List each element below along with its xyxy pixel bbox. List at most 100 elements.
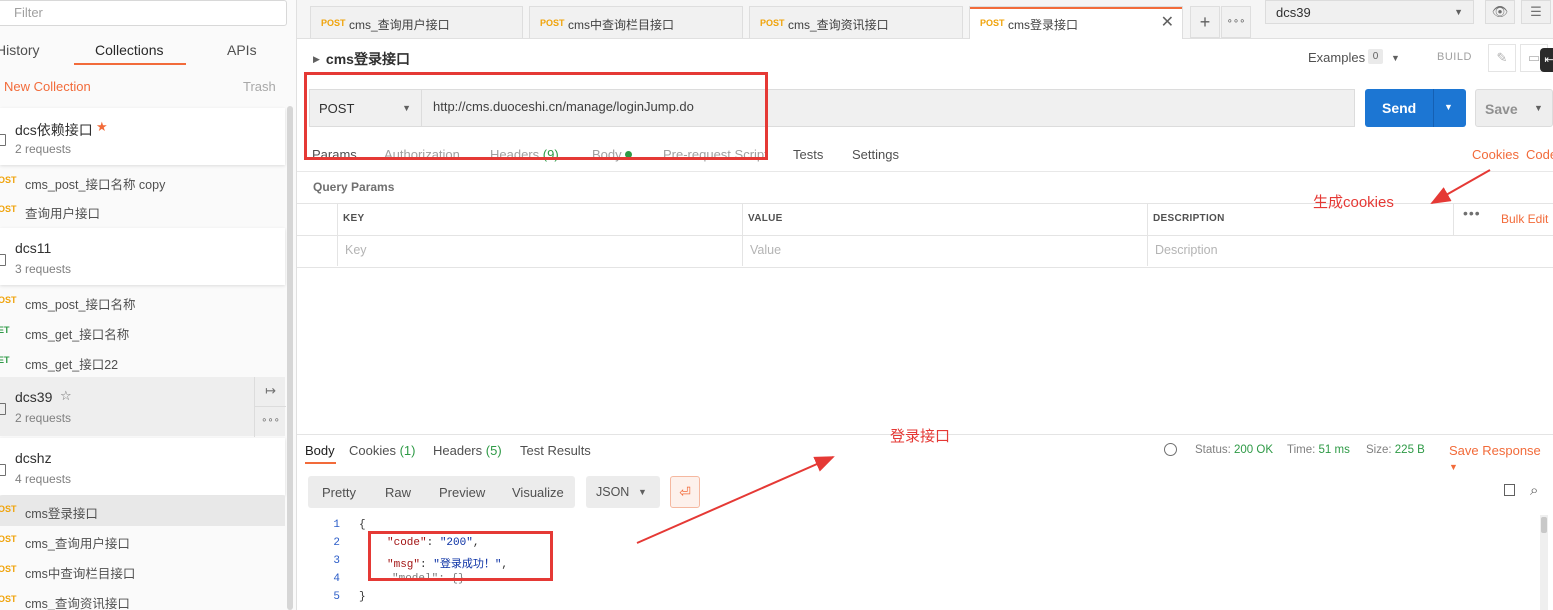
tab-request[interactable]: POST cms_查询用户接口 xyxy=(310,6,523,38)
eye-icon[interactable]: 👁 xyxy=(1485,0,1515,24)
edit-pencil-icon[interactable]: ✎ xyxy=(1488,44,1516,72)
status-readout: Status: 200 OK xyxy=(1195,444,1273,456)
copy-icon[interactable] xyxy=(1504,484,1515,496)
tab-request-active[interactable]: POST cms登录接口 ✕ xyxy=(969,6,1183,39)
save-button[interactable]: Save ▼ xyxy=(1475,89,1553,127)
tab-request[interactable]: POST cms中查询栏目接口 xyxy=(529,6,743,38)
list-item[interactable]: OST cms_post_接口名称 copy xyxy=(0,167,285,197)
collection-name: dcshz xyxy=(15,450,52,466)
tab-history[interactable]: History xyxy=(0,42,40,58)
view-raw[interactable]: Raw xyxy=(385,485,411,500)
more-options-icon[interactable]: ∘∘∘ xyxy=(254,406,286,437)
tab-request[interactable]: POST cms_查询资讯接口 xyxy=(749,6,963,38)
description-input[interactable]: Description xyxy=(1155,243,1218,257)
headers-count: (5) xyxy=(485,443,502,458)
examples-count: 0 xyxy=(1368,49,1383,64)
column-divider xyxy=(337,204,338,266)
tab-response-body[interactable]: Body xyxy=(305,443,335,458)
format-select[interactable]: JSON ▼ xyxy=(586,476,660,508)
collection-dcs39[interactable]: dcs39 ☆ 2 requests xyxy=(0,377,285,436)
collection-dcshz[interactable]: dcshz 4 requests xyxy=(0,438,285,495)
chevron-down-icon[interactable]: ▼ xyxy=(1391,53,1400,63)
list-item[interactable]: OST cms_查询用户接口 xyxy=(0,526,285,556)
chevron-down-icon[interactable]: ▼ xyxy=(1444,102,1453,112)
chevron-down-icon[interactable]: ▼ xyxy=(1534,103,1543,113)
sidebar: Filter History Collections APIs New Coll… xyxy=(0,0,297,610)
list-item-selected[interactable]: OST cms登录接口 xyxy=(0,496,285,526)
code-scrollbar[interactable] xyxy=(1540,515,1548,610)
trash-button[interactable]: Trash xyxy=(243,79,276,94)
tab-response-cookies[interactable]: Cookies (1) xyxy=(349,443,415,458)
settings-sliders-icon[interactable]: ☰ xyxy=(1521,0,1551,24)
collection-dcs11[interactable]: dcs11 3 requests xyxy=(0,228,285,285)
tab-tests[interactable]: Tests xyxy=(793,147,823,162)
tab-cookies-label: Cookies xyxy=(349,443,396,458)
cookies-link[interactable]: Cookies xyxy=(1472,147,1519,162)
new-collection-button[interactable]: New Collection xyxy=(4,79,91,94)
tab-label: cms登录接口 xyxy=(1008,18,1078,32)
sidebar-toggle-icon[interactable]: ⇤ xyxy=(1540,48,1553,72)
more-options-icon[interactable]: ••• xyxy=(1463,205,1481,221)
code-line-5: } xyxy=(359,591,366,603)
request-name: cms_get_接口名称 xyxy=(25,328,130,342)
status-value: 200 OK xyxy=(1234,444,1274,456)
request-name: cms_查询资讯接口 xyxy=(25,597,130,610)
list-item[interactable]: OST cms中查询栏目接口 xyxy=(0,556,285,586)
globe-icon[interactable] xyxy=(1164,443,1177,456)
bulk-edit-link[interactable]: Bulk Edit xyxy=(1501,212,1548,226)
sidebar-scrollbar[interactable] xyxy=(287,106,293,610)
annotation-box-url xyxy=(304,72,768,160)
table-row-divider xyxy=(297,235,1553,236)
method-badge: OST xyxy=(0,204,17,214)
column-divider xyxy=(742,204,743,266)
value-input[interactable]: Value xyxy=(750,243,781,257)
examples-label[interactable]: Examples xyxy=(1308,50,1365,65)
column-divider xyxy=(1147,204,1148,266)
view-preview[interactable]: Preview xyxy=(439,485,485,500)
collection-request-count: 2 requests xyxy=(15,142,72,156)
size-label: Size: xyxy=(1366,444,1392,456)
code-link[interactable]: Code xyxy=(1526,147,1553,162)
view-pretty[interactable]: Pretty xyxy=(322,485,356,500)
tab-apis[interactable]: APIs xyxy=(227,42,257,58)
save-response-button[interactable]: Save Response ▼ xyxy=(1449,443,1553,473)
star-outline-icon[interactable]: ☆ xyxy=(60,388,72,404)
list-item[interactable]: OST cms_post_接口名称 xyxy=(0,287,285,317)
add-tab-icon[interactable]: + xyxy=(1190,6,1220,38)
list-item[interactable]: ET cms_get_接口22 xyxy=(0,347,285,377)
tab-more-icon[interactable]: ∘∘∘ xyxy=(1221,6,1251,38)
build-label[interactable]: BUILD xyxy=(1437,51,1472,63)
key-input[interactable]: Key xyxy=(345,243,367,257)
list-item[interactable]: ET cms_get_接口名称 xyxy=(0,317,285,347)
method-badge: POST xyxy=(540,18,565,28)
scrollbar-thumb[interactable] xyxy=(1541,517,1547,533)
share-icon[interactable]: ↦ xyxy=(254,377,286,407)
search-icon[interactable]: ⌕ xyxy=(1530,482,1538,499)
method-badge: POST xyxy=(980,18,1005,28)
tab-response-headers[interactable]: Headers (5) xyxy=(433,443,502,458)
list-item[interactable]: OST 查询用户接口 xyxy=(0,196,285,226)
line-number: 2 xyxy=(333,537,340,549)
tab-settings[interactable]: Settings xyxy=(852,147,899,162)
filter-input[interactable]: Filter xyxy=(0,0,287,26)
tab-collections[interactable]: Collections xyxy=(95,42,163,58)
close-icon[interactable]: ✕ xyxy=(1161,12,1174,32)
line-number: 4 xyxy=(333,573,340,585)
tab-label: cms_查询资讯接口 xyxy=(788,18,889,32)
collection-name: dcs依赖接口 xyxy=(15,122,93,138)
view-visualize[interactable]: Visualize xyxy=(512,485,564,500)
star-icon[interactable]: ★ xyxy=(96,119,108,135)
chevron-down-icon: ▼ xyxy=(1454,7,1463,17)
method-badge: ET xyxy=(0,355,10,365)
environment-select[interactable]: dcs39 ▼ xyxy=(1265,0,1474,24)
send-button[interactable]: Send ▼ xyxy=(1365,89,1466,127)
line-number: 3 xyxy=(333,555,340,567)
tab-test-results[interactable]: Test Results xyxy=(520,443,591,458)
caret-right-icon[interactable]: ▶ xyxy=(313,54,320,64)
wrap-lines-icon[interactable]: ⏎ xyxy=(670,476,700,508)
collection-dcs-dep[interactable]: dcs依赖接口 ★ 2 requests xyxy=(0,108,285,165)
list-item[interactable]: OST cms_查询资讯接口 xyxy=(0,586,285,610)
annotation-cookies-note: 生成cookies xyxy=(1313,194,1394,211)
request-title[interactable]: ▶ cms登录接口 xyxy=(313,49,410,69)
request-name: cms_get_接口22 xyxy=(25,358,119,372)
